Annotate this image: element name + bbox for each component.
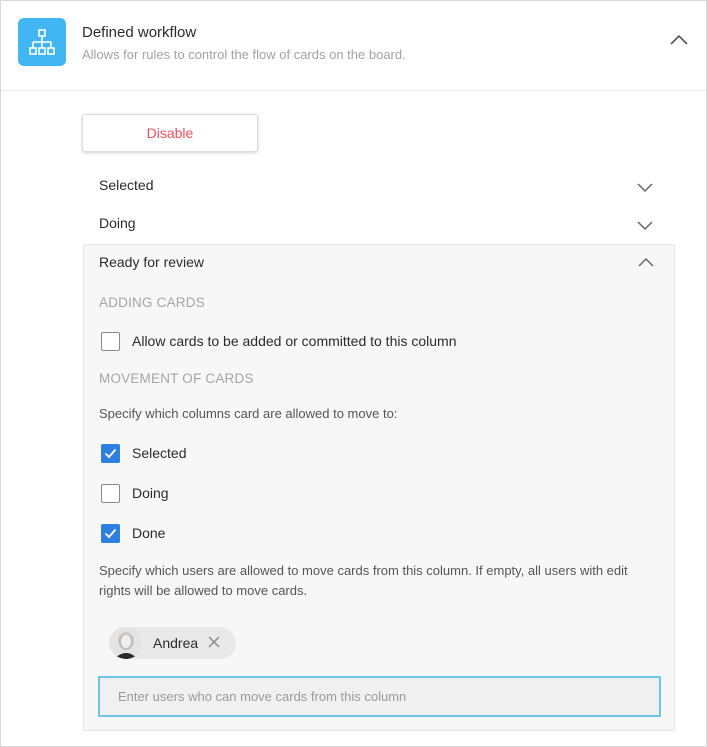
allow-add-label: Allow cards to be added or committed to … [132, 333, 457, 349]
chevron-down-icon[interactable] [636, 218, 654, 231]
columns-help-text: Specify which columns card are allowed t… [99, 406, 398, 421]
selected-checkbox[interactable] [101, 443, 120, 463]
allow-add-checkbox-row[interactable]: Allow cards to be added or committed to … [101, 331, 457, 351]
column-row-label: Selected [99, 177, 154, 193]
chevron-up-icon[interactable] [669, 33, 689, 49]
move-option-selected[interactable]: Selected [101, 443, 186, 463]
panel-header: Defined workflow Allows for rules to con… [1, 1, 706, 91]
page-title: Defined workflow [82, 24, 197, 41]
column-row-ready-for-review: Ready for review ADDING CARDS Allow card… [83, 244, 675, 731]
check-icon [104, 448, 117, 458]
column-row-selected[interactable]: Selected [83, 166, 674, 204]
workflow-hierarchy-icon [18, 18, 66, 66]
adding-cards-heading: ADDING CARDS [99, 295, 205, 310]
chevron-down-icon[interactable] [636, 180, 654, 193]
users-input[interactable] [98, 676, 661, 717]
done-checkbox[interactable] [101, 523, 120, 543]
user-chip: Andrea [109, 627, 236, 659]
page-subtitle: Allows for rules to control the flow of … [82, 47, 406, 62]
chevron-up-icon[interactable] [637, 255, 655, 267]
done-option-label: Done [132, 525, 166, 541]
close-icon[interactable] [207, 635, 221, 649]
disable-button[interactable]: Disable [82, 114, 258, 152]
user-chip-name: Andrea [153, 635, 199, 651]
workflow-settings-panel: Defined workflow Allows for rules to con… [0, 0, 707, 747]
column-row-doing[interactable]: Doing [83, 204, 674, 242]
doing-checkbox[interactable] [101, 483, 120, 503]
users-help-text: Specify which users are allowed to move … [99, 563, 628, 598]
column-row-header[interactable]: Ready for review [84, 245, 674, 279]
move-option-done[interactable]: Done [101, 523, 165, 543]
column-row-label: Doing [99, 215, 136, 231]
movement-heading: MOVEMENT OF CARDS [99, 371, 254, 386]
check-icon [104, 528, 117, 538]
avatar [110, 627, 142, 659]
move-option-doing[interactable]: Doing [101, 483, 169, 503]
doing-option-label: Doing [132, 485, 169, 501]
column-row-label: Ready for review [99, 254, 205, 270]
allow-add-checkbox[interactable] [101, 331, 120, 351]
selected-option-label: Selected [132, 445, 187, 461]
